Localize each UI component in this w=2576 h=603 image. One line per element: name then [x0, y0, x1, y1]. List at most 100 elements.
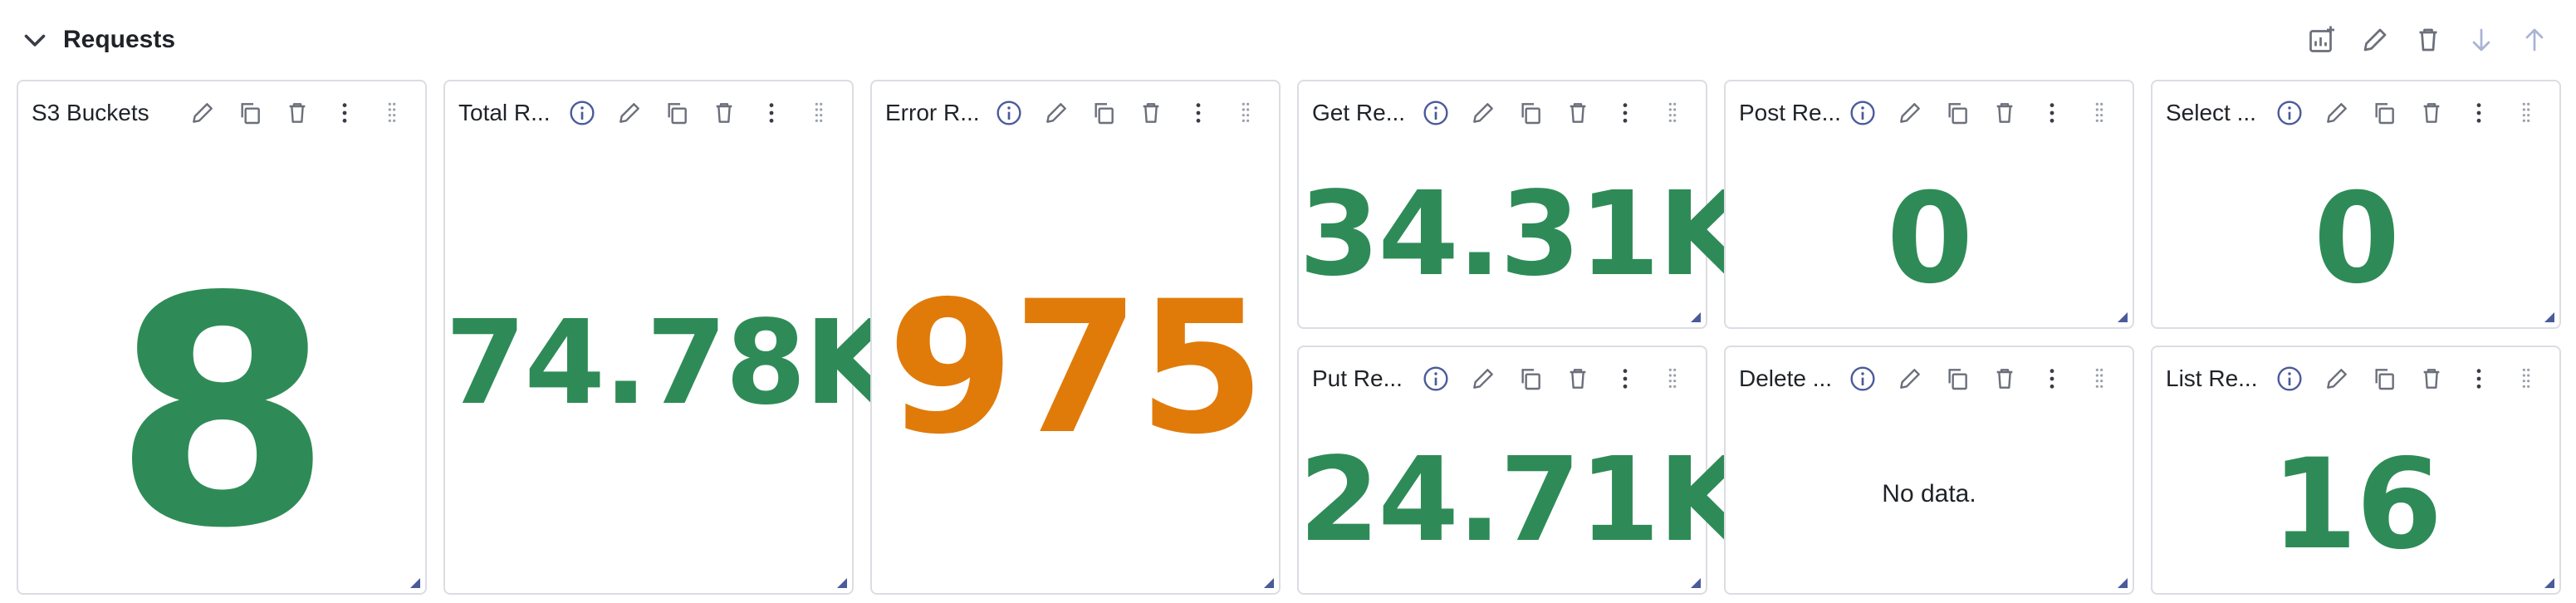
delete-panel-button[interactable]	[1554, 95, 1601, 131]
panel-get-requests[interactable]: Get Re... 34.31K	[1297, 80, 1748, 329]
more-vertical-icon	[1623, 369, 1627, 389]
more-options-button[interactable]	[2455, 95, 2502, 131]
more-options-button[interactable]	[2455, 360, 2502, 397]
edit-panel-button[interactable]	[2313, 95, 2360, 131]
resize-handle-icon[interactable]	[2544, 578, 2554, 588]
duplicate-panel-button[interactable]	[1506, 360, 1554, 397]
panel-delete-requests[interactable]: Delete ... No data.	[1724, 346, 2134, 595]
delete-panel-button[interactable]	[2407, 360, 2455, 397]
info-icon	[1849, 366, 1875, 391]
delete-icon	[2419, 28, 2437, 51]
edit-panel-button[interactable]	[1032, 95, 1080, 131]
drag-handle[interactable]	[2075, 95, 2123, 131]
drag-handle[interactable]	[368, 95, 415, 131]
duplicate-panel-button[interactable]	[1933, 95, 1981, 131]
more-options-button[interactable]	[1601, 95, 1648, 131]
panel-title: S3 Buckets	[32, 100, 149, 125]
move-up-button[interactable]	[2508, 22, 2561, 58]
edit-icon	[1899, 103, 1920, 123]
duplicate-panel-button[interactable]	[1933, 360, 1981, 397]
edit-panel-button[interactable]	[1459, 360, 1506, 397]
info-button[interactable]	[1412, 95, 1459, 131]
resize-handle-icon[interactable]	[1691, 312, 1701, 322]
chevron-down-icon[interactable]	[20, 25, 50, 55]
delete-section-button[interactable]	[2402, 22, 2455, 58]
more-options-button[interactable]	[321, 95, 368, 131]
panel-total-requests[interactable]: Total R... 74.78K	[443, 80, 894, 595]
panel-error-requests[interactable]: Error R... 975	[870, 80, 1281, 595]
drag-handle[interactable]	[1648, 95, 1696, 131]
resize-handle-icon[interactable]	[2118, 578, 2128, 588]
more-options-button[interactable]	[2028, 95, 2075, 131]
info-button[interactable]	[2265, 95, 2313, 131]
more-options-button[interactable]	[1601, 360, 1648, 397]
edit-panel-button[interactable]	[1459, 95, 1506, 131]
delete-panel-button[interactable]	[1127, 95, 1174, 131]
info-button[interactable]	[558, 95, 605, 131]
drag-handle[interactable]	[2502, 360, 2549, 397]
duplicate-panel-button[interactable]	[226, 95, 273, 131]
info-button[interactable]	[1839, 95, 1886, 131]
panel-actions	[2265, 360, 2549, 397]
drag-handle-icon	[815, 102, 822, 122]
duplicate-panel-button[interactable]	[653, 95, 700, 131]
drag-handle[interactable]	[1648, 360, 1696, 397]
edit-panel-button[interactable]	[2313, 360, 2360, 397]
delete-panel-button[interactable]	[273, 95, 321, 131]
info-button[interactable]	[1839, 360, 1886, 397]
duplicate-panel-button[interactable]	[2360, 95, 2407, 131]
panel-post-requests[interactable]: Post Re... 0	[1724, 80, 2134, 329]
delete-panel-button[interactable]	[2407, 95, 2455, 131]
delete-panel-button[interactable]	[1981, 360, 2028, 397]
duplicate-panel-button[interactable]	[2360, 360, 2407, 397]
panel-actions	[1412, 360, 1696, 397]
drag-handle-icon	[388, 102, 395, 122]
edit-icon	[619, 103, 639, 123]
info-button[interactable]	[1412, 360, 1459, 397]
duplicate-panel-button[interactable]	[1080, 95, 1127, 131]
panel-title: Put Re...	[1312, 365, 1403, 391]
info-button[interactable]	[2265, 360, 2313, 397]
copy-icon	[1521, 369, 1540, 390]
resize-handle-icon[interactable]	[2118, 312, 2128, 322]
resize-handle-icon[interactable]	[1691, 578, 1701, 588]
delete-panel-button[interactable]	[1981, 95, 2028, 131]
drag-handle[interactable]	[2075, 360, 2123, 397]
panel-title: Total R...	[458, 100, 551, 125]
drag-handle[interactable]	[1222, 95, 1269, 131]
info-button[interactable]	[985, 95, 1032, 131]
more-vertical-icon	[2476, 369, 2481, 389]
more-options-button[interactable]	[747, 95, 795, 131]
edit-panel-button[interactable]	[605, 95, 653, 131]
resize-handle-icon[interactable]	[2544, 312, 2554, 322]
panel-title: Error R...	[885, 100, 980, 125]
edit-panel-button[interactable]	[1886, 95, 1933, 131]
drag-handle[interactable]	[795, 95, 842, 131]
more-options-button[interactable]	[2028, 360, 2075, 397]
panel-put-requests[interactable]: Put Re... 24.71K	[1297, 346, 1748, 595]
edit-panel-button[interactable]	[179, 95, 226, 131]
drag-handle-icon	[1241, 102, 1249, 122]
panel-s3-buckets[interactable]: S3 Buckets 8	[17, 80, 427, 595]
duplicate-panel-button[interactable]	[1506, 95, 1554, 131]
edit-panel-button[interactable]	[1886, 360, 1933, 397]
edit-section-button[interactable]	[2348, 22, 2402, 58]
resize-handle-icon[interactable]	[1264, 578, 1274, 588]
section-header: Requests	[0, 0, 2576, 80]
add-panel-button[interactable]	[2295, 22, 2348, 58]
panel-actions	[985, 95, 1269, 131]
panel-list-requests[interactable]: List Re... 16	[2151, 346, 2561, 595]
panel-title: Get Re...	[1312, 100, 1406, 125]
panel-select-requests[interactable]: Select ... 0	[2151, 80, 2561, 329]
resize-handle-icon[interactable]	[410, 578, 420, 588]
edit-icon	[192, 103, 213, 123]
delete-panel-button[interactable]	[700, 95, 747, 131]
resize-handle-icon[interactable]	[837, 578, 847, 588]
move-down-button[interactable]	[2455, 22, 2508, 58]
drag-handle[interactable]	[2502, 95, 2549, 131]
more-options-button[interactable]	[1174, 95, 1222, 131]
drag-handle-icon	[1668, 102, 1676, 122]
stat-value: 74.78K	[445, 296, 894, 431]
delete-panel-button[interactable]	[1554, 360, 1601, 397]
delete-icon	[716, 103, 732, 123]
